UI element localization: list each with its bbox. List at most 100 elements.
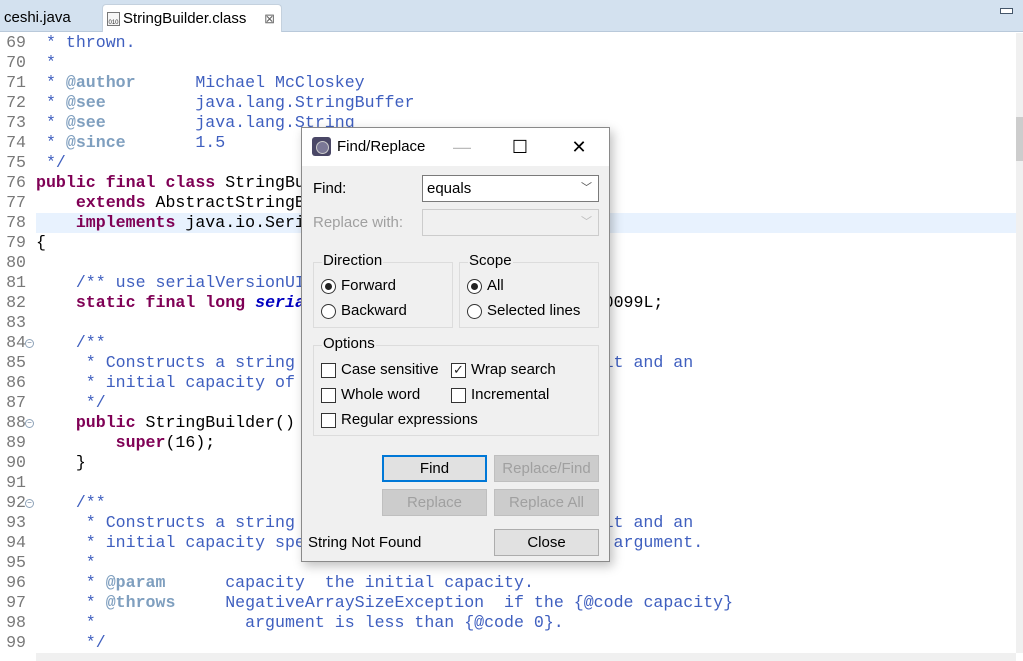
regex-checkbox[interactable]	[321, 413, 336, 428]
replace-label: Replace with:	[313, 214, 404, 231]
line-number: 80	[6, 253, 26, 272]
code-line[interactable]: 97 * @throws NegativeArraySizeException …	[0, 593, 1016, 613]
fold-toggle-icon[interactable]: −	[25, 419, 34, 428]
all-label[interactable]: All	[487, 277, 504, 294]
line-number: 78	[6, 213, 26, 232]
code-token: /**	[36, 493, 106, 512]
fold-toggle-icon[interactable]: −	[25, 339, 34, 348]
code-text: * argument is less than {@code 0}.	[36, 613, 1016, 633]
code-token: */	[36, 633, 106, 652]
code-token: /**	[36, 333, 106, 352]
code-token: @throws	[105, 593, 176, 612]
maximize-icon[interactable]	[1000, 8, 1013, 14]
code-token: }	[36, 453, 86, 472]
code-line[interactable]: 70 *	[0, 53, 1016, 73]
code-token: Michael McCloskey	[135, 73, 365, 92]
code-line[interactable]: 71 * @author Michael McCloskey	[0, 73, 1016, 93]
code-token: */	[36, 153, 66, 172]
line-number: 77	[6, 193, 26, 212]
dialog-title-bar[interactable]: Find/Replace — ☐ ✕	[302, 128, 609, 166]
code-token: extends	[75, 193, 146, 212]
selected-lines-label[interactable]: Selected lines	[487, 302, 580, 319]
scrollbar-thumb[interactable]	[1016, 117, 1023, 161]
code-text: * @param capacity the initial capacity.	[36, 573, 1016, 593]
all-radio[interactable]	[467, 279, 482, 294]
selected-lines-radio[interactable]	[467, 304, 482, 319]
whole-word-label[interactable]: Whole word	[341, 386, 420, 403]
tab-ceshi-java[interactable]: ceshi.java	[0, 4, 100, 32]
options-group: Options Case sensitive ✓ Wrap search Who…	[313, 335, 599, 436]
line-number: 69	[6, 33, 26, 52]
forward-label[interactable]: Forward	[341, 277, 396, 294]
line-number: 95	[6, 553, 26, 572]
wrap-search-checkbox[interactable]: ✓	[451, 363, 466, 378]
find-button[interactable]: Find	[382, 455, 487, 482]
forward-radio[interactable]	[321, 279, 336, 294]
line-number: 94	[6, 533, 26, 552]
horizontal-scrollbar[interactable]	[36, 653, 1016, 661]
replace-button[interactable]: Replace	[382, 489, 487, 516]
code-line[interactable]: 96 * @param capacity the initial capacit…	[0, 573, 1016, 593]
maximize-icon[interactable]: ☐	[508, 136, 532, 158]
vertical-scrollbar[interactable]	[1016, 33, 1023, 653]
code-token: *	[36, 53, 56, 72]
wrap-search-label[interactable]: Wrap search	[471, 361, 556, 378]
code-token: {	[36, 233, 46, 252]
minimize-icon[interactable]: —	[450, 136, 474, 158]
line-number: 93	[6, 513, 26, 532]
code-line[interactable]: 98 * argument is less than {@code 0}.	[0, 613, 1016, 633]
code-token: super	[115, 433, 166, 452]
chevron-down-icon[interactable]: ﹀	[581, 176, 592, 201]
line-number: 81	[6, 273, 26, 292]
find-label: Find:	[313, 180, 347, 197]
line-number: 88	[6, 413, 26, 432]
line-number: 83	[6, 313, 26, 332]
line-number: 85	[6, 353, 26, 372]
case-sensitive-checkbox[interactable]	[321, 363, 336, 378]
code-line[interactable]: 72 * @see java.lang.StringBuffer	[0, 93, 1016, 113]
line-number: 75	[6, 153, 26, 172]
line-number: 98	[6, 613, 26, 632]
code-token: public	[75, 413, 136, 432]
incremental-label[interactable]: Incremental	[471, 386, 549, 403]
line-number: 99	[6, 633, 26, 652]
replace-all-button[interactable]: Replace All	[494, 489, 599, 516]
code-token: /** use serialVersionUI	[36, 273, 305, 292]
code-text: *	[36, 53, 1016, 73]
line-number: 86	[6, 373, 26, 392]
code-token: * argument is less than {@code 0}.	[36, 613, 564, 632]
dialog-title: Find/Replace	[337, 138, 426, 155]
code-token: *	[36, 93, 66, 112]
code-line[interactable]: 69 * thrown.	[0, 33, 1016, 53]
direction-group: Direction Forward Backward	[313, 252, 453, 328]
code-text: * @author Michael McCloskey	[36, 73, 1016, 93]
tab-stringbuilder-class[interactable]: 010 StringBuilder.class ⊠	[102, 4, 282, 32]
code-token: * thrown.	[36, 33, 136, 52]
replace-find-button[interactable]: Replace/Find	[494, 455, 599, 482]
close-icon[interactable]: ✕	[567, 136, 591, 158]
close-button[interactable]: Close	[494, 529, 599, 556]
find-input[interactable]: equals ﹀	[422, 175, 599, 202]
code-text: * @see java.lang.StringBuffer	[36, 93, 1016, 113]
backward-radio[interactable]	[321, 304, 336, 319]
backward-label[interactable]: Backward	[341, 302, 407, 319]
case-sensitive-label[interactable]: Case sensitive	[341, 361, 439, 378]
line-number: 96	[6, 573, 26, 592]
whole-word-checkbox[interactable]	[321, 388, 336, 403]
code-token: * initial capacity of	[36, 373, 295, 392]
close-tab-icon[interactable]: ⊠	[264, 5, 275, 33]
code-token: NegativeArraySizeException if the {@code…	[175, 593, 734, 612]
line-number: 91	[6, 473, 26, 492]
incremental-checkbox[interactable]	[451, 388, 466, 403]
code-token: StringBu	[215, 173, 305, 192]
line-number: 72	[6, 93, 26, 112]
line-number: 92	[6, 493, 26, 512]
regex-label[interactable]: Regular expressions	[341, 411, 478, 428]
replace-input[interactable]: ﹀	[422, 209, 599, 236]
fold-toggle-icon[interactable]: −	[25, 499, 34, 508]
code-token: capacity the initial capacity.	[165, 573, 534, 592]
code-line[interactable]: 99 */	[0, 633, 1016, 653]
code-token: 1.5	[125, 133, 226, 152]
code-token: *	[36, 573, 106, 592]
